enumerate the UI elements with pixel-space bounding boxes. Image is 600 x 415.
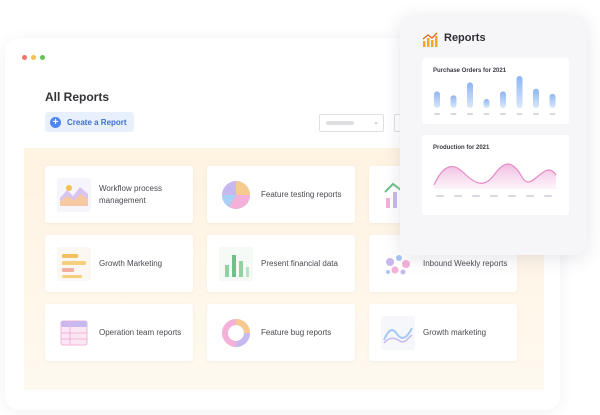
purchase-tick-2 xyxy=(467,113,473,115)
purchase-bar-4 xyxy=(500,91,506,108)
purchase-tick-4 xyxy=(500,113,506,115)
create-report-label: Create a Report xyxy=(67,117,127,127)
report-card-operation[interactable]: Operation team reports xyxy=(45,304,193,361)
reports-logo-icon xyxy=(422,32,438,47)
horizontal-bar-icon xyxy=(57,247,91,281)
table-icon xyxy=(60,320,88,346)
report-card-growth-marketing-2[interactable]: Growth marketing xyxy=(369,304,517,361)
window-controls xyxy=(22,55,45,60)
report-card-label: Workflow process management xyxy=(99,183,162,205)
page-title: All Reports xyxy=(45,90,110,104)
purchase-tick-5 xyxy=(516,113,523,115)
purchase-tick-6 xyxy=(533,113,539,115)
chevron-down-icon: ⌄ xyxy=(373,119,379,126)
report-card-feature-testing[interactable]: Feature testing reports xyxy=(207,166,355,223)
purchase-bar-0 xyxy=(434,91,440,108)
minimize-dot[interactable] xyxy=(31,55,36,60)
production-wave-chart xyxy=(433,163,557,197)
report-card-financial[interactable]: Present financial data xyxy=(207,235,355,292)
purchase-orders-card[interactable]: Purchase Orders for 2021 xyxy=(422,58,569,124)
panel-title: Reports xyxy=(444,32,486,44)
donut-chart-icon xyxy=(222,319,250,347)
purchase-bar-5 xyxy=(516,76,523,108)
purchase-bar-7 xyxy=(549,93,556,108)
area-chart-icon xyxy=(57,178,91,212)
report-card-bug[interactable]: Feature bug reports xyxy=(207,304,355,361)
report-card-workflow[interactable]: Workflow process management xyxy=(45,166,193,223)
report-card-label: Operation team reports xyxy=(99,327,182,337)
purchase-tick-7 xyxy=(549,113,556,115)
purchase-bar-6 xyxy=(533,88,539,108)
bar-chart-icon xyxy=(219,247,253,281)
reports-panel: Reports Purchase Orders for 2021 Product… xyxy=(400,15,587,255)
line-chart-icon xyxy=(381,316,415,350)
purchase-bar-1 xyxy=(450,95,457,108)
filter-dropdown[interactable]: ⌄ xyxy=(319,114,384,132)
production-card[interactable]: Production for 2021 xyxy=(422,135,569,215)
report-card-label: Growth Marketing xyxy=(99,258,163,268)
report-card-label: Feature testing reports xyxy=(261,189,342,199)
report-card-label: Feature bug reports xyxy=(261,327,332,337)
create-report-button[interactable]: + Create a Report xyxy=(45,112,134,132)
report-card-growth-marketing[interactable]: Growth Marketing xyxy=(45,235,193,292)
maximize-dot[interactable] xyxy=(40,55,45,60)
purchase-bar-2 xyxy=(467,82,473,108)
pie-chart-icon xyxy=(222,181,250,209)
report-card-label: Growth marketing xyxy=(423,327,487,337)
purchase-tick-1 xyxy=(450,113,457,115)
close-dot[interactable] xyxy=(22,55,27,60)
report-card-label: Present financial data xyxy=(261,258,338,268)
dropdown-placeholder xyxy=(326,121,354,125)
purchase-tick-0 xyxy=(434,113,440,115)
plus-icon: + xyxy=(50,116,61,128)
purchase-orders-chart xyxy=(434,76,556,115)
purchase-bar-3 xyxy=(483,99,490,108)
purchase-tick-3 xyxy=(483,113,490,115)
